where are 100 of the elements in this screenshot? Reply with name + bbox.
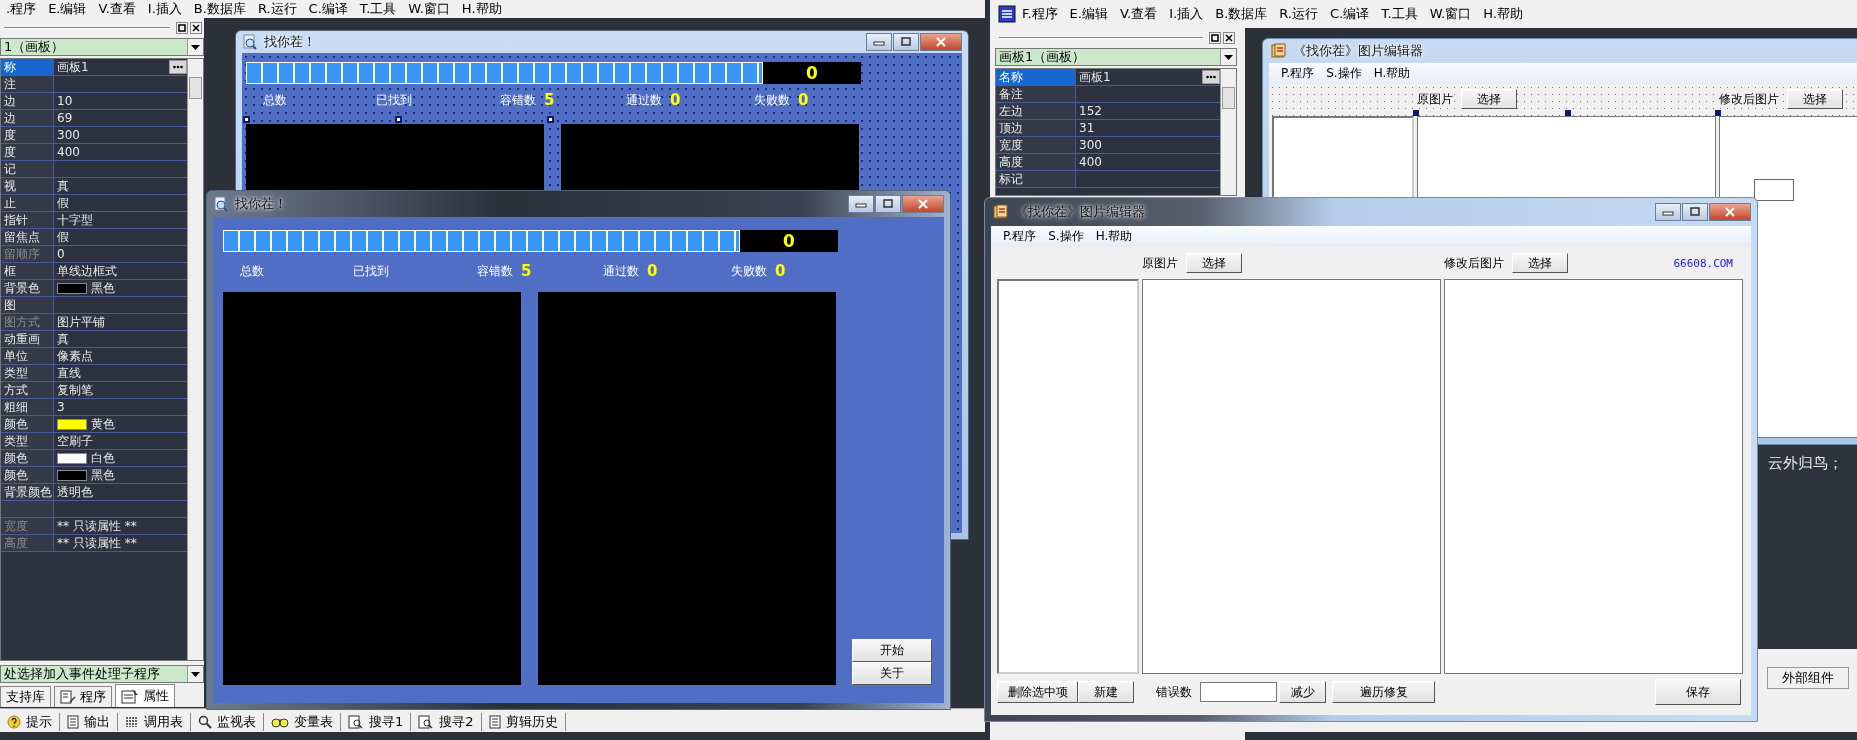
output-tab[interactable]: 剪辑历史 — [481, 713, 566, 731]
selection-handle[interactable] — [1565, 110, 1571, 116]
stat-value: 5 — [544, 91, 555, 109]
choose-button[interactable]: 选择 — [1512, 253, 1568, 273]
menu-item[interactable]: S.操作 — [1042, 228, 1090, 245]
menu-item[interactable]: F.程序 — [1016, 5, 1064, 23]
menu-item[interactable]: .程序 — [0, 0, 43, 18]
minimize-button[interactable] — [866, 33, 892, 51]
output-tab[interactable]: 变量表 — [264, 713, 341, 731]
maximize-button[interactable] — [1682, 203, 1708, 221]
app-icon — [242, 34, 258, 50]
error-count-field[interactable] — [1200, 682, 1277, 702]
new-button[interactable]: 新建 — [1078, 681, 1134, 703]
menu-item[interactable]: T.工具 — [1375, 5, 1424, 23]
menu-item[interactable]: I.插入 — [141, 0, 188, 18]
property-name: 留焦点 — [1, 229, 54, 246]
menu-item[interactable]: V.查看 — [1113, 5, 1164, 23]
selection-handle[interactable] — [243, 116, 250, 123]
menu-item[interactable]: W.窗口 — [402, 0, 456, 18]
menu-item[interactable]: S.操作 — [1320, 65, 1368, 82]
menu-item[interactable]: W.窗口 — [1423, 5, 1478, 23]
reduce-button[interactable]: 减少 — [1279, 681, 1326, 703]
output-tab[interactable]: 提示 — [0, 713, 60, 731]
value-text: 假 — [57, 195, 69, 211]
choose-button[interactable]: 选择 — [1186, 253, 1242, 273]
window-title: 《找你茬》图片编辑器 — [1293, 42, 1423, 60]
event-dropdown[interactable]: 处选择加入事件处理子程序 — [0, 665, 204, 683]
output-tab[interactable]: 搜寻1 — [341, 713, 412, 731]
scrollbar[interactable] — [1220, 69, 1236, 195]
menu-item[interactable]: V.查看 — [92, 0, 142, 18]
square-icon — [1211, 34, 1219, 42]
menu-item[interactable]: P.程序 — [997, 228, 1043, 245]
menu-item[interactable]: H.帮助 — [1477, 5, 1529, 23]
value-text: 真 — [57, 331, 69, 347]
panel-tab[interactable]: 程序 — [54, 686, 112, 707]
choose-button[interactable]: 选择 — [1787, 89, 1843, 109]
property-name: 高度 — [996, 154, 1076, 171]
value-text: 复制笔 — [57, 382, 93, 398]
menu-item[interactable]: E.编辑 — [42, 0, 93, 18]
output-tab[interactable]: 调用表 — [118, 713, 191, 731]
selection-handle[interactable] — [547, 116, 554, 123]
save-button[interactable]: 保存 — [1655, 679, 1741, 705]
menu-item[interactable]: R.运行 — [1273, 5, 1324, 23]
dock-tab[interactable]: 外部组件 — [1767, 667, 1849, 689]
property-name: 顶边 — [996, 120, 1076, 137]
stat-label: 失败数 — [754, 91, 790, 109]
property-name: 颜色 — [1, 450, 54, 467]
delete-button[interactable]: 删除选中项 — [997, 681, 1078, 703]
menu-item[interactable]: T.工具 — [353, 0, 403, 18]
dock-button[interactable] — [176, 22, 188, 34]
value-text: 300 — [57, 128, 80, 142]
minimize-button[interactable] — [1655, 203, 1681, 221]
menu-item[interactable]: H.帮助 — [1367, 65, 1417, 82]
object-dropdown[interactable]: 画板1（画板） — [995, 48, 1237, 66]
output-tab[interactable]: 监视表 — [191, 713, 264, 731]
close-button[interactable] — [190, 22, 202, 34]
app-icon — [993, 204, 1009, 220]
menu-item[interactable]: B.数据库 — [187, 0, 252, 18]
choose-button[interactable]: 选择 — [1461, 89, 1517, 109]
menu-item[interactable]: R.运行 — [251, 0, 303, 18]
minimize-button[interactable] — [848, 195, 874, 213]
selection-handle[interactable] — [1413, 110, 1419, 116]
menu-item[interactable]: H.帮助 — [455, 0, 508, 18]
maximize-button[interactable] — [875, 195, 901, 213]
menu-item[interactable]: H.帮助 — [1089, 228, 1139, 245]
menu-item[interactable]: I.插入 — [1163, 5, 1210, 23]
app-icon — [998, 5, 1016, 23]
selection-handle[interactable] — [1715, 110, 1721, 116]
close-button[interactable] — [1223, 32, 1235, 44]
value-text: 黑色 — [91, 280, 115, 296]
property-name: 方式 — [1, 382, 54, 399]
output-tab[interactable]: 搜寻2 — [411, 713, 482, 731]
help-icon — [7, 715, 21, 729]
menu-item[interactable]: P.程序 — [1275, 65, 1321, 82]
menu-item[interactable]: C.编译 — [1324, 5, 1376, 23]
site-link[interactable]: 66608.COM — [1673, 256, 1743, 270]
object-dropdown[interactable]: 1（画板） — [0, 38, 204, 56]
action-button[interactable]: 开始 — [852, 639, 932, 662]
app-icon — [213, 196, 229, 212]
value-text: 300 — [1079, 138, 1102, 152]
stat-value: 5 — [521, 262, 532, 280]
counter-display: 0 — [763, 62, 861, 84]
repair-button[interactable]: 遍历修复 — [1332, 681, 1435, 703]
panel-tab[interactable]: 属性 — [115, 684, 175, 707]
menu-item[interactable]: E.编辑 — [1063, 5, 1114, 23]
property-name: 度 — [1, 127, 54, 144]
ellipsis-button[interactable] — [169, 60, 187, 74]
selection-handle[interactable] — [395, 116, 402, 123]
output-tab[interactable]: 输出 — [60, 713, 118, 731]
action-button[interactable]: 关于 — [852, 662, 932, 685]
menu-item[interactable]: B.数据库 — [1209, 5, 1274, 23]
stat-label: 通过数 — [603, 262, 639, 280]
menu-item[interactable]: C.编译 — [302, 0, 354, 18]
property-name: 颜色 — [1, 467, 54, 484]
stat-label: 失败数 — [731, 262, 767, 280]
scrollbar[interactable] — [187, 59, 203, 660]
maximize-button[interactable] — [893, 33, 919, 51]
panel-tab[interactable]: 支持库 — [0, 686, 51, 707]
ellipsis-button[interactable] — [1202, 70, 1220, 84]
dock-button[interactable] — [1209, 32, 1221, 44]
